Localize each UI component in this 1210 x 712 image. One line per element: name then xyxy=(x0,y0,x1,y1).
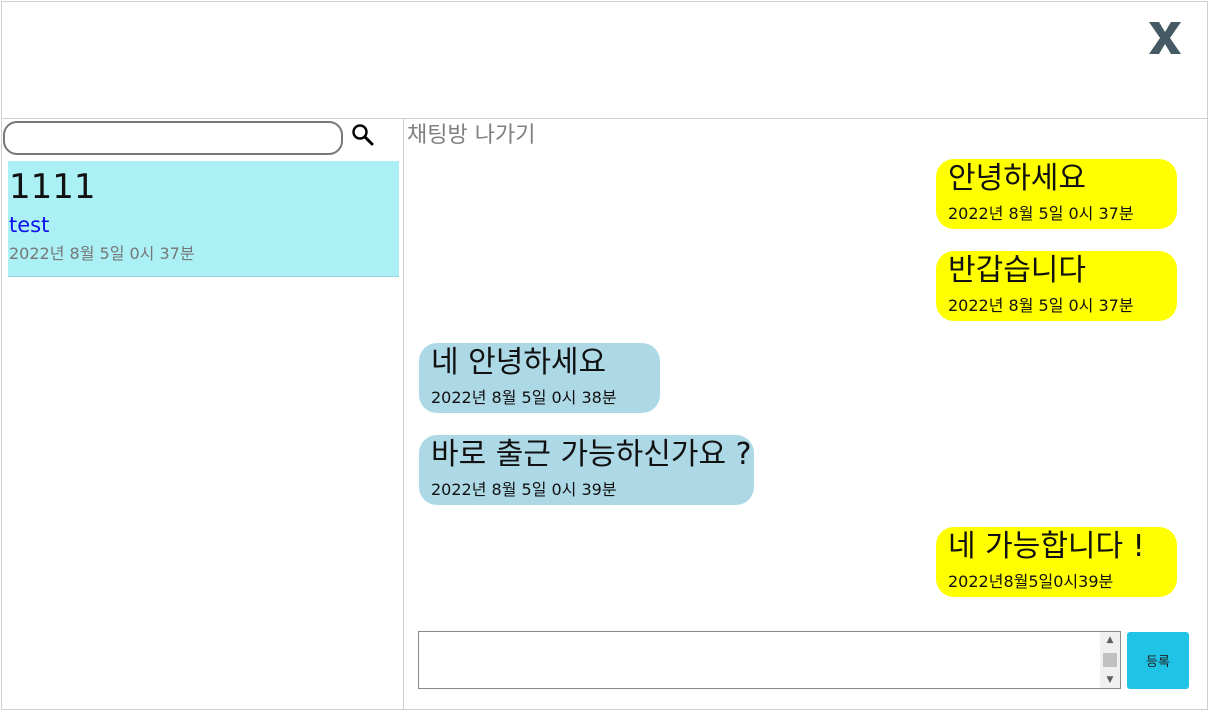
room-list-panel: 1111 test 2022년 8월 5일 0시 37분 xyxy=(2,119,404,709)
chat-window: 1111 test 2022년 8월 5일 0시 37분 채팅방 나가기 안녕하… xyxy=(1,1,1208,710)
message-time: 2022년 8월 5일 0시 39분 xyxy=(431,480,617,499)
message-bubble-sent: 안녕하세요 2022년 8월 5일 0시 37분 xyxy=(936,159,1177,229)
search-input[interactable] xyxy=(3,121,343,155)
message-composer: ▲ ▼ xyxy=(418,631,1121,689)
scroll-down-arrow-icon[interactable]: ▼ xyxy=(1100,672,1120,688)
message-input[interactable] xyxy=(419,632,1099,688)
message-time: 2022년 8월 5일 0시 37분 xyxy=(948,204,1134,223)
message-text: 네 가능합니다 ! xyxy=(948,529,1145,564)
leave-room-link[interactable]: 채팅방 나가기 xyxy=(407,121,535,151)
message-text: 바로 출근 가능하신가요 ? xyxy=(431,437,752,472)
chat-panel: 채팅방 나가기 안녕하세요 2022년 8월 5일 0시 37분 반갑습니다 2… xyxy=(405,119,1207,709)
room-timestamp: 2022년 8월 5일 0시 37분 xyxy=(9,244,195,263)
message-bubble-received: 네 안녕하세요 2022년 8월 5일 0시 38분 xyxy=(419,343,660,413)
message-bubble-received: 바로 출근 가능하신가요 ? 2022년 8월 5일 0시 39분 xyxy=(419,435,754,505)
scroll-up-arrow-icon[interactable]: ▲ xyxy=(1100,632,1120,648)
composer-scrollbar[interactable]: ▲ ▼ xyxy=(1100,632,1120,688)
message-time: 2022년 8월 5일 0시 38분 xyxy=(431,388,617,407)
message-text: 안녕하세요 xyxy=(948,161,1086,196)
message-bubble-sent: 네 가능합니다 ! 2022년8월5일0시39분 xyxy=(936,527,1177,597)
search-bar xyxy=(3,121,393,157)
submit-button[interactable]: 등록 xyxy=(1127,632,1189,689)
message-text: 반갑습니다 xyxy=(948,253,1086,288)
scroll-thumb[interactable] xyxy=(1103,653,1117,667)
room-last-message: test xyxy=(9,213,50,237)
close-button[interactable] xyxy=(1147,18,1183,58)
close-x-icon xyxy=(1149,22,1181,54)
message-time: 2022년 8월 5일 0시 37분 xyxy=(948,296,1134,315)
room-name: 1111 xyxy=(9,167,96,207)
magnifier-icon[interactable] xyxy=(351,123,375,147)
room-list-item[interactable]: 1111 test 2022년 8월 5일 0시 37분 xyxy=(8,161,399,277)
message-bubble-sent: 반갑습니다 2022년 8월 5일 0시 37분 xyxy=(936,251,1177,321)
message-text: 네 안녕하세요 xyxy=(431,345,607,380)
message-time: 2022년8월5일0시39분 xyxy=(948,572,1114,591)
